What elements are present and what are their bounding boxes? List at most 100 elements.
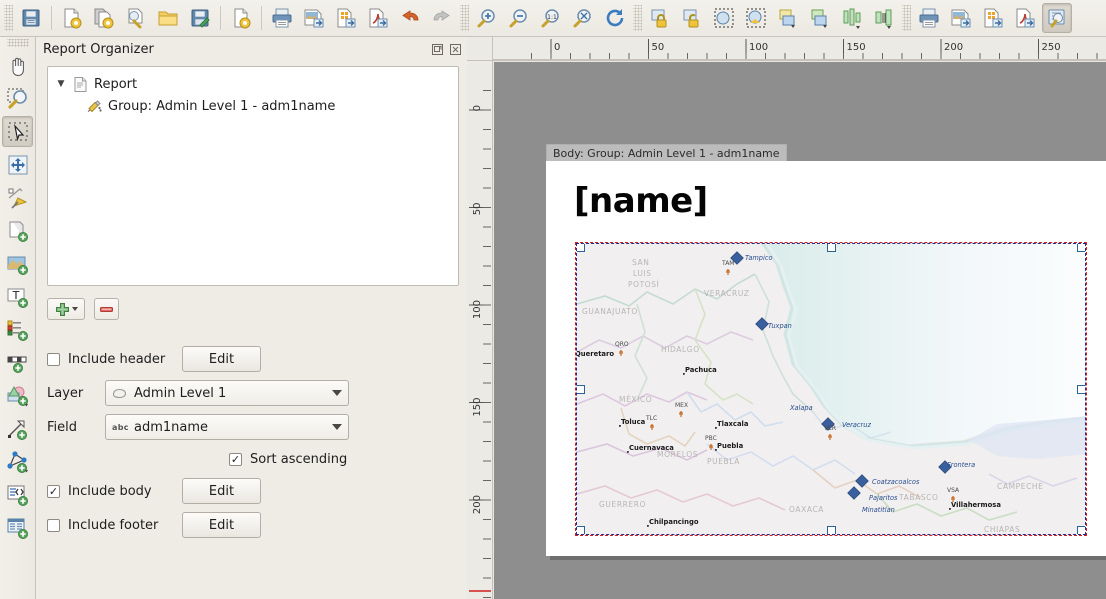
float-panel-button[interactable] xyxy=(430,42,445,57)
svg-text:CAMPECHE: CAMPECHE xyxy=(997,482,1044,491)
duplicate-layout-icon[interactable] xyxy=(89,3,119,33)
layout-tools-toolbar: T xyxy=(0,37,36,599)
chevron-down-icon[interactable] xyxy=(332,390,342,396)
select-tool-icon[interactable] xyxy=(2,116,33,147)
chevron-down-icon[interactable] xyxy=(72,307,78,311)
tree-item-group[interactable]: Group: Admin Level 1 - adm1name xyxy=(52,95,454,117)
tree-item-report[interactable]: ▼ Report xyxy=(52,73,454,95)
add-shape-icon[interactable] xyxy=(2,380,33,411)
save-project-icon[interactable] xyxy=(16,3,46,33)
zoom-tool-icon[interactable] xyxy=(2,83,33,114)
add-scalebar-icon[interactable] xyxy=(2,347,33,378)
toolbar-grip[interactable] xyxy=(460,5,469,31)
include-footer-checkbox[interactable] xyxy=(47,519,60,532)
edit-footer-button[interactable]: Edit xyxy=(182,512,261,538)
add-arrow-icon[interactable] xyxy=(2,413,33,444)
refresh-icon[interactable] xyxy=(600,3,630,33)
add-html-icon[interactable] xyxy=(2,479,33,510)
layout-viewport[interactable]: Body: Group: Admin Level 1 - adm1name [n… xyxy=(494,62,1106,599)
svg-text:PBC: PBC xyxy=(705,435,717,442)
new-report-icon[interactable] xyxy=(226,3,256,33)
edit-body-button[interactable]: Edit xyxy=(182,478,261,504)
resize-handle-bottom-left[interactable] xyxy=(576,526,585,535)
zoom-100-icon[interactable]: 1:1 xyxy=(536,3,566,33)
zoom-out-icon[interactable] xyxy=(504,3,534,33)
add-map-icon[interactable] xyxy=(2,248,33,279)
print-report-icon[interactable] xyxy=(914,3,944,33)
svg-text:250: 250 xyxy=(1042,42,1061,53)
svg-text:QRO: QRO xyxy=(615,341,629,348)
panel-title-bar: Report Organizer xyxy=(37,37,467,61)
remove-section-button[interactable] xyxy=(94,298,119,320)
report-document-icon xyxy=(70,77,90,92)
lock-items-icon[interactable] xyxy=(645,3,675,33)
close-panel-button[interactable] xyxy=(448,42,463,57)
report-page[interactable]: [name] xyxy=(546,161,1106,556)
resize-handle-top-center[interactable] xyxy=(827,243,836,252)
toolbar-grip[interactable] xyxy=(902,5,911,31)
add-legend-icon[interactable] xyxy=(2,314,33,345)
export-image-icon[interactable] xyxy=(299,3,329,33)
include-footer-label: Include footer xyxy=(68,518,182,533)
unlock-items-icon[interactable] xyxy=(677,3,707,33)
export-report-pdf-icon[interactable] xyxy=(1010,3,1040,33)
export-report-image-icon[interactable] xyxy=(946,3,976,33)
include-header-checkbox[interactable] xyxy=(47,353,60,366)
expand-chevron-down-icon[interactable]: ▼ xyxy=(52,79,70,89)
move-item-content-icon[interactable] xyxy=(2,149,33,180)
export-svg-icon[interactable] xyxy=(331,3,361,33)
export-report-svg-icon[interactable] xyxy=(978,3,1008,33)
undo-icon[interactable] xyxy=(395,3,425,33)
lower-items-icon[interactable] xyxy=(805,3,835,33)
redo-icon[interactable] xyxy=(427,3,457,33)
pan-tool-icon[interactable] xyxy=(2,50,33,81)
toolbar-separator xyxy=(220,6,221,30)
align-left-icon[interactable] xyxy=(837,3,867,33)
distribute-icon[interactable] xyxy=(869,3,899,33)
svg-text:150: 150 xyxy=(472,398,483,417)
include-body-label: Include body xyxy=(68,484,182,499)
svg-text:CHIAPAS: CHIAPAS xyxy=(984,525,1020,534)
deselect-all-icon[interactable] xyxy=(741,3,771,33)
edit-header-button[interactable]: Edit xyxy=(182,346,261,372)
tree-item-label: Report xyxy=(90,77,137,92)
report-settings-icon[interactable] xyxy=(1042,3,1072,33)
edit-nodes-icon[interactable] xyxy=(2,182,33,213)
svg-text:Puebla: Puebla xyxy=(717,442,744,450)
add-node-item-icon[interactable] xyxy=(2,446,33,477)
abc-text-field-icon: abc xyxy=(112,423,129,432)
new-layout-icon[interactable] xyxy=(57,3,87,33)
resize-handle-middle-right[interactable] xyxy=(1077,385,1086,394)
add-section-button[interactable] xyxy=(47,298,85,320)
resize-handle-middle-left[interactable] xyxy=(576,385,585,394)
resize-handle-top-left[interactable] xyxy=(576,243,585,252)
map-item[interactable]: SANLUISPOTOSÍVERACRUZGUANAJUATOHIDALGOMÉ… xyxy=(576,243,1086,535)
field-combobox[interactable]: abc adm1name xyxy=(105,414,349,440)
toolbar-grip[interactable] xyxy=(633,5,642,31)
select-all-icon[interactable] xyxy=(709,3,739,33)
zoom-full-icon[interactable] xyxy=(568,3,598,33)
include-body-checkbox[interactable]: ✓ xyxy=(47,485,60,498)
zoom-in-icon[interactable] xyxy=(472,3,502,33)
svg-text:150: 150 xyxy=(847,42,866,53)
layer-combobox[interactable]: Admin Level 1 xyxy=(105,380,349,406)
export-pdf-icon[interactable] xyxy=(363,3,393,33)
resize-handle-bottom-right[interactable] xyxy=(1077,526,1086,535)
resize-handle-bottom-center[interactable] xyxy=(827,526,836,535)
save-template-icon[interactable] xyxy=(185,3,215,33)
add-table-icon[interactable] xyxy=(2,512,33,543)
sort-ascending-checkbox[interactable]: ✓ xyxy=(229,453,242,466)
chevron-down-icon[interactable] xyxy=(332,424,342,430)
raise-items-icon[interactable] xyxy=(773,3,803,33)
open-folder-icon[interactable] xyxy=(153,3,183,33)
add-page-icon[interactable] xyxy=(2,215,33,246)
add-label-icon[interactable]: T xyxy=(2,281,33,312)
layout-manager-icon[interactable] xyxy=(121,3,151,33)
svg-text:Tampico: Tampico xyxy=(745,254,772,262)
page-title-label[interactable]: [name] xyxy=(574,181,708,221)
toolbar-grip[interactable] xyxy=(4,5,13,31)
lefttools-grip[interactable] xyxy=(7,39,29,47)
report-tree[interactable]: ▼ Report Group: Admin Level 1 - adm1name xyxy=(47,66,459,286)
resize-handle-top-right[interactable] xyxy=(1077,243,1086,252)
print-icon[interactable] xyxy=(267,3,297,33)
